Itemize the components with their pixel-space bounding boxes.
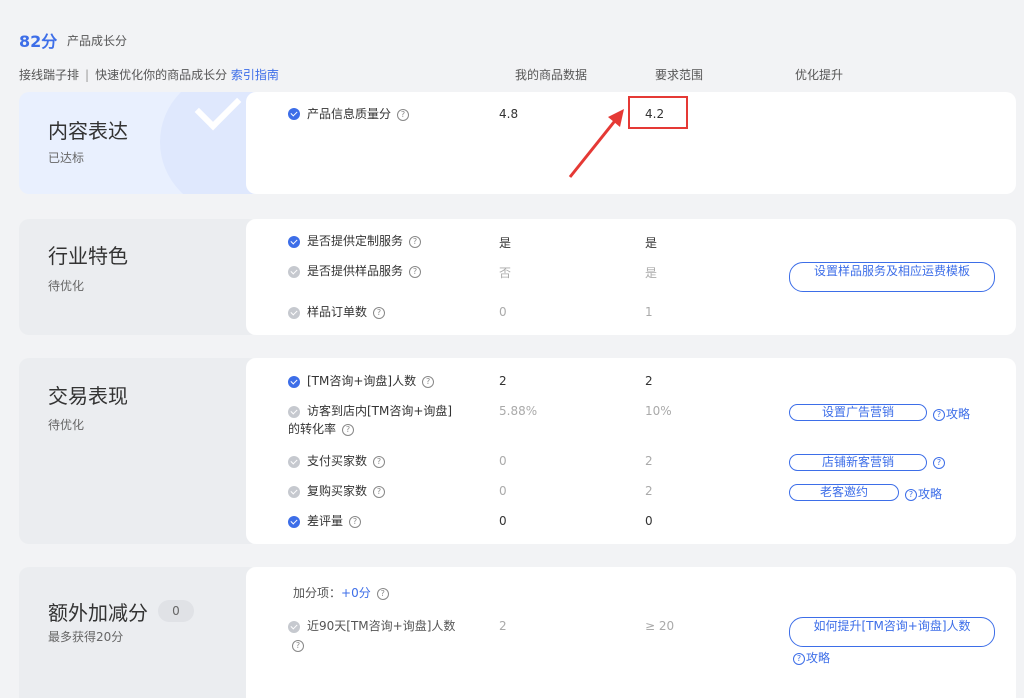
row-mine-value: 否 — [499, 266, 512, 280]
row-required-value: 2 — [645, 374, 653, 388]
help-icon[interactable]: ? — [933, 456, 945, 469]
subtitle: 接线踹子排 | 快速优化你的商品成长分 索引指南 — [19, 68, 279, 82]
check-done-icon — [288, 236, 300, 248]
row-required-value: 2 — [645, 484, 653, 498]
help-icon[interactable]: ? — [292, 639, 304, 652]
help-icon[interactable]: ? — [373, 455, 386, 468]
row-label: 复购买家数? — [307, 483, 386, 500]
row-required-value: 10% — [645, 404, 672, 418]
section-trade-status: 待优化 — [48, 418, 85, 432]
row-required-value: 1 — [645, 305, 653, 319]
row-required-value: 是 — [645, 236, 658, 250]
strategy-link[interactable]: ? 攻略 — [905, 485, 942, 502]
guide-link[interactable]: 索引指南 — [231, 68, 279, 82]
row-label: 是否提供定制服务? — [307, 233, 422, 250]
highlight-box — [628, 96, 688, 129]
help-icon[interactable]: ? — [793, 652, 805, 665]
subtitle-prefix: 接线踹子排 — [19, 68, 80, 82]
strategy-link[interactable]: ? 攻略 — [793, 649, 830, 666]
setup-ad-marketing-button[interactable]: 设置广告营销 — [789, 404, 927, 421]
help-icon[interactable]: ? — [905, 488, 917, 501]
check-pending-icon — [288, 266, 300, 278]
help-icon[interactable]: ? — [397, 108, 410, 121]
section-industry-status: 待优化 — [48, 279, 85, 293]
col-head-mine: 我的商品数据 — [515, 68, 588, 82]
check-done-icon — [288, 108, 300, 120]
subtitle-main: 快速优化你的商品成长分 — [95, 68, 228, 82]
section-content-status: 已达标 — [48, 151, 85, 165]
row-required-value: 0 — [645, 514, 653, 528]
help-icon[interactable]: ? — [349, 515, 362, 528]
row-label: 近90天[TM咨询+询盘]人数 — [307, 619, 456, 633]
old-customer-invite-button[interactable]: 老客邀约 — [789, 484, 899, 501]
extra-score-badge: 0 — [158, 600, 194, 622]
row-mine-value: 0 — [499, 305, 507, 319]
row-label: 样品订单数? — [307, 304, 386, 321]
score-value: 82分 — [19, 32, 58, 51]
row-label-line2: 的转化率? — [288, 421, 355, 438]
help-link[interactable]: ? — [933, 455, 946, 469]
section-extra-status: 最多获得20分 — [48, 630, 124, 644]
row-label: 差评量? — [307, 513, 362, 530]
col-head-required: 要求范围 — [655, 68, 704, 82]
row-label: 访客到店内[TM咨询+询盘] — [307, 404, 453, 418]
check-done-icon — [288, 376, 300, 388]
row-required-value: ≥ 20 — [645, 619, 675, 633]
col-head-optimize: 优化提升 — [795, 68, 844, 82]
improve-inquiry-button[interactable]: 如何提升[TM咨询+询盘]人数 — [789, 617, 995, 647]
row-label: 是否提供样品服务? — [307, 263, 422, 280]
check-pending-icon — [288, 621, 300, 633]
row-mine-value: 5.88% — [499, 404, 538, 418]
check-pending-icon — [288, 456, 300, 468]
annotation-arrow-icon — [568, 109, 624, 178]
section-trade-title: 交易表现 — [48, 384, 128, 408]
score-label: 产品成长分 — [67, 34, 128, 48]
section-content-title: 内容表达 — [48, 119, 128, 143]
help-icon[interactable]: ? — [409, 265, 422, 278]
section-industry-title: 行业特色 — [48, 244, 128, 268]
bonus-value: +0分 — [341, 586, 371, 600]
check-done-icon — [288, 516, 300, 528]
row-mine-value: 4.8 — [499, 107, 519, 121]
strategy-link[interactable]: ? 攻略 — [933, 405, 970, 422]
help-icon[interactable]: ? — [409, 235, 422, 248]
row-label: 支付买家数? — [307, 453, 386, 470]
row-required-value: 是 — [645, 266, 658, 280]
row-mine-value: 0 — [499, 454, 507, 468]
row-required-value: 2 — [645, 454, 653, 468]
bonus-label: 加分项：+0分? — [293, 585, 389, 602]
row-mine-value: 0 — [499, 514, 507, 528]
help-icon[interactable]: ? — [342, 423, 355, 436]
check-pending-icon — [288, 486, 300, 498]
check-pending-icon — [288, 307, 300, 319]
help-icon[interactable]: ? — [422, 375, 435, 388]
row-label: 产品信息质量分? — [307, 106, 410, 123]
help-icon[interactable]: ? — [376, 587, 389, 600]
row-label: [TM咨询+询盘]人数? — [307, 373, 435, 390]
setup-sample-service-button[interactable]: 设置样品服务及相应运费模板 — [789, 262, 995, 292]
help-icon[interactable]: ? — [373, 306, 386, 319]
row-mine-value: 是 — [499, 236, 512, 250]
check-pending-icon — [288, 406, 300, 418]
row-mine-value: 2 — [499, 374, 507, 388]
section-extra-title: 额外加减分 — [48, 601, 148, 625]
row-help: ? — [288, 637, 304, 654]
help-icon[interactable]: ? — [933, 408, 945, 421]
row-mine-value: 2 — [499, 619, 507, 633]
help-icon[interactable]: ? — [373, 485, 386, 498]
new-customer-marketing-button[interactable]: 店铺新客营销 — [789, 454, 927, 471]
row-mine-value: 0 — [499, 484, 507, 498]
